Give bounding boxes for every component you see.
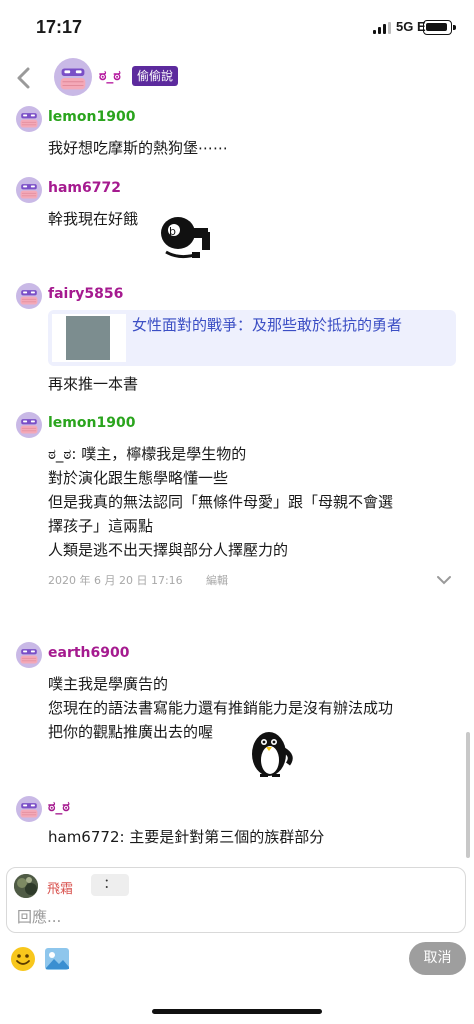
chevron-down-icon[interactable] [436, 574, 452, 586]
comment-author[interactable]: earth6900 [48, 645, 129, 661]
user-avatar [14, 874, 38, 898]
edit-link[interactable]: 編輯 [206, 572, 228, 588]
svg-text:b: b [169, 225, 176, 238]
comment-author[interactable]: ಠ_ಠ [48, 799, 70, 815]
comment-text: ham6772: 主要是針對第三個的族群部分 [48, 828, 325, 846]
mask-avatar-icon[interactable] [54, 58, 92, 96]
cancel-button[interactable]: 取消 [409, 942, 466, 975]
comment-text: 我好想吃摩斯的熱狗堡⋯⋯ [48, 139, 229, 157]
back-arrow-icon[interactable] [12, 64, 36, 92]
book-title-link[interactable]: 女性面對的戰爭：及那些敢於抵抗的勇者 [132, 314, 402, 335]
anonymous-badge: 偷偷說 [132, 66, 179, 86]
book-cover-image [66, 316, 110, 360]
reply-composer: 飛霜 ： [6, 867, 466, 933]
penguin-sticker-image[interactable] [244, 724, 298, 780]
signal-icon [373, 22, 393, 34]
comment-text: ಠ_ಠ: 噗主，檸檬我是學生物的 對於演化跟生態學略懂一些 但是我真的無法認同「… [48, 445, 394, 559]
status-bar: 17:17 5G E [0, 0, 474, 56]
comment-text: 幹我現在好餓 [48, 210, 139, 228]
image-icon[interactable] [44, 946, 70, 972]
home-indicator[interactable] [152, 1009, 322, 1014]
battery-icon [423, 20, 456, 35]
mask-avatar-icon[interactable] [16, 283, 42, 309]
comment-author[interactable]: ham6772 [48, 180, 121, 196]
mask-avatar-icon[interactable] [16, 642, 42, 668]
network-label: 5G E [396, 19, 426, 34]
reply-input[interactable] [17, 906, 457, 928]
status-time: 17:17 [36, 17, 83, 37]
comment-author[interactable]: fairy5856 [48, 286, 123, 302]
comment-text: 再來推一本書 [48, 375, 139, 393]
book-thumbnail [52, 314, 126, 362]
comment-author[interactable]: lemon1900 [48, 415, 135, 431]
reply-mention-chip[interactable]: ： [91, 874, 129, 896]
thread-header: ಠ_ಠ 偷偷說 [0, 56, 474, 100]
comment-author[interactable]: lemon1900 [48, 109, 135, 125]
mask-avatar-icon[interactable] [16, 177, 42, 203]
comment-timestamp: 2020 年 6 月 20 日 17:16 [48, 574, 183, 587]
mask-avatar-icon[interactable] [16, 106, 42, 132]
scrollbar[interactable] [466, 732, 470, 858]
mask-avatar-icon[interactable] [16, 796, 42, 822]
mask-avatar-icon[interactable] [16, 412, 42, 438]
poster-name[interactable]: ಠ_ಠ [99, 68, 121, 84]
reply-to-name[interactable]: 飛霜 [47, 878, 73, 897]
sticker-image[interactable]: b [158, 212, 214, 262]
book-link-card[interactable]: 女性面對的戰爭：及那些敢於抵抗的勇者 [48, 310, 456, 366]
emoji-icon[interactable] [10, 946, 36, 972]
